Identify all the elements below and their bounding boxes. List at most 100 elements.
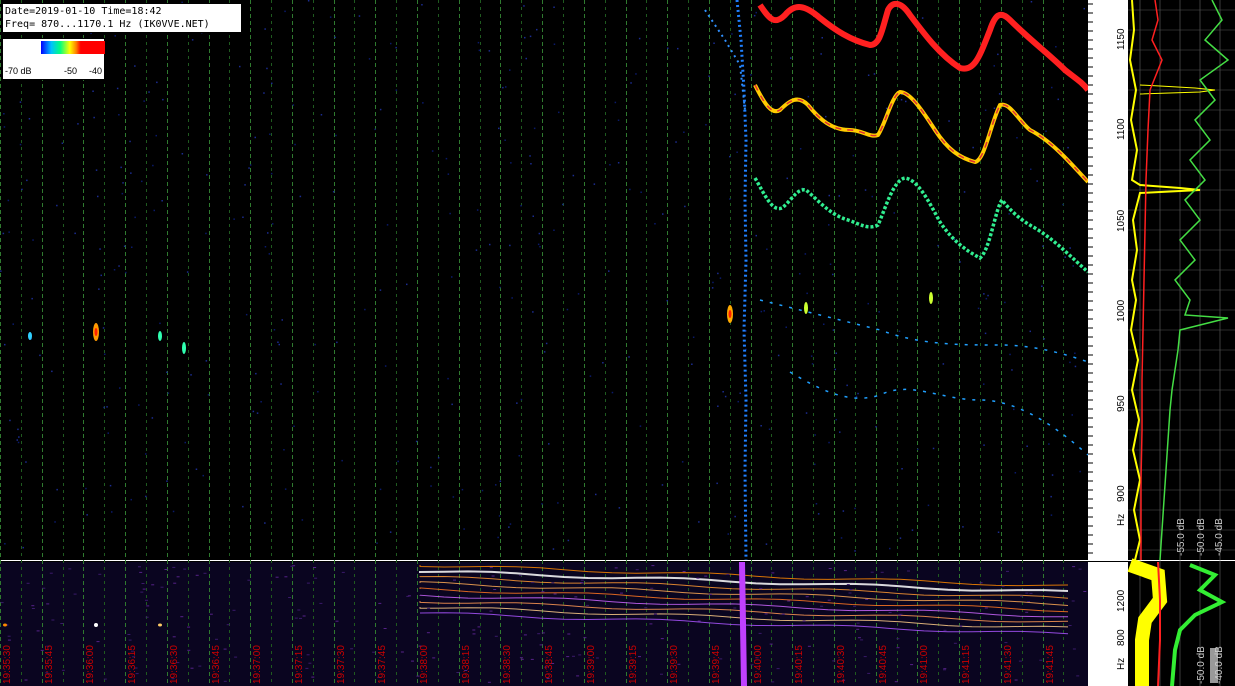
noise-dot <box>1009 353 1011 356</box>
noise-dot <box>635 73 637 75</box>
noise-dot <box>948 120 950 122</box>
noise-dot <box>885 107 888 110</box>
noise-dot <box>85 487 87 490</box>
noise-dot <box>595 493 597 496</box>
lower-noise-dot <box>190 667 194 669</box>
noise-dot <box>242 505 244 508</box>
noise-dot <box>810 355 813 357</box>
noise-dot <box>727 533 729 535</box>
noise-dot <box>447 173 450 175</box>
noise-dot <box>299 195 302 198</box>
noise-dot <box>103 406 105 409</box>
noise-dot <box>898 330 901 332</box>
noise-dot <box>260 401 262 403</box>
noise-dot <box>1051 86 1053 89</box>
lower-noise-dot <box>1014 679 1018 681</box>
noise-dot <box>705 124 707 126</box>
noise-dot <box>962 526 964 528</box>
lower-noise-dot <box>103 678 107 680</box>
noise-dot <box>104 353 106 355</box>
noise-dot <box>26 179 28 182</box>
noise-dot <box>499 286 501 289</box>
noise-dot <box>19 143 22 146</box>
lower-noise-dot <box>411 660 414 662</box>
noise-dot <box>509 244 511 247</box>
lower-noise-dot <box>472 633 476 635</box>
noise-dot <box>811 363 814 365</box>
noise-dot <box>799 148 802 150</box>
noise-dot <box>118 265 120 267</box>
noise-dot <box>390 42 392 45</box>
lower-noise-dot <box>42 587 46 589</box>
lower-noise-dot <box>140 591 144 593</box>
noise-dot <box>768 428 771 430</box>
lower-noise-dot <box>566 656 570 658</box>
noise-dot <box>166 371 168 373</box>
noise-dot <box>17 428 19 431</box>
noise-dot <box>611 391 614 394</box>
noise-dot <box>283 449 285 451</box>
lower-noise-dot <box>764 613 768 615</box>
lower-noise-dot <box>820 605 824 607</box>
noise-dot <box>451 276 453 278</box>
lower-noise-dot <box>520 658 524 660</box>
noise-dot <box>431 150 434 152</box>
noise-dot <box>317 391 319 393</box>
freq-label: 900 <box>1116 485 1127 502</box>
lower-noise-dot <box>306 582 310 584</box>
lower-noise-dot <box>531 582 535 584</box>
lower-noise-dot <box>959 625 963 627</box>
noise-dot <box>161 200 163 202</box>
noise-dot <box>753 14 756 17</box>
noise-dot <box>525 57 527 60</box>
noise-dot <box>159 322 161 325</box>
noise-dot <box>249 164 252 166</box>
lower-noise-dot <box>160 586 164 588</box>
noise-dot <box>1069 361 1071 364</box>
noise-dot <box>19 101 22 103</box>
noise-dot <box>280 383 282 385</box>
noise-dot <box>1041 285 1043 287</box>
noise-dot <box>932 447 935 450</box>
lower-noise-dot <box>769 643 773 645</box>
lower-noise-dot <box>551 582 555 584</box>
lower-noise-dot <box>953 642 957 644</box>
noise-dot <box>640 191 642 193</box>
time-label: 19:39:15 <box>628 645 639 684</box>
lower-noise-dot <box>537 633 541 635</box>
noise-dot <box>463 528 465 530</box>
noise-dot <box>156 81 158 84</box>
noise-dot <box>617 162 620 164</box>
lower-noise-dot <box>1018 660 1022 662</box>
lower-noise-dot <box>827 599 831 601</box>
noise-dot <box>529 155 531 157</box>
lower-db-label: -40.0 dB <box>1214 646 1225 684</box>
lower-noise-dot <box>682 571 686 572</box>
noise-dot <box>99 248 101 250</box>
noise-dot <box>254 136 256 139</box>
lower-noise-dot <box>51 619 55 621</box>
lower-noise-dot <box>24 679 28 681</box>
noise-dot <box>499 480 502 482</box>
noise-dot <box>734 515 736 518</box>
noise-dot <box>817 513 820 515</box>
noise-dot <box>998 93 1001 95</box>
noise-dot <box>516 402 518 404</box>
lower-freq-label: 800 <box>1116 629 1127 646</box>
lower-noise-dot <box>489 610 493 612</box>
noise-dot <box>878 311 880 313</box>
noise-dot <box>508 526 510 528</box>
noise-dot <box>983 383 985 385</box>
noise-dot <box>255 372 257 375</box>
noise-dot <box>278 343 280 346</box>
lower-noise-dot <box>46 603 50 605</box>
noise-dot <box>374 128 376 131</box>
noise-dot <box>206 174 208 176</box>
noise-dot <box>520 398 523 401</box>
lower-noise-dot <box>867 672 871 674</box>
noise-dot <box>609 164 611 166</box>
info-box: Date=2019-01-10 Time=18:42 Freq= 870...1… <box>2 3 242 33</box>
time-label: 19:37:15 <box>294 645 305 684</box>
lower-noise-dot <box>1025 611 1029 613</box>
noise-dot <box>102 327 105 329</box>
